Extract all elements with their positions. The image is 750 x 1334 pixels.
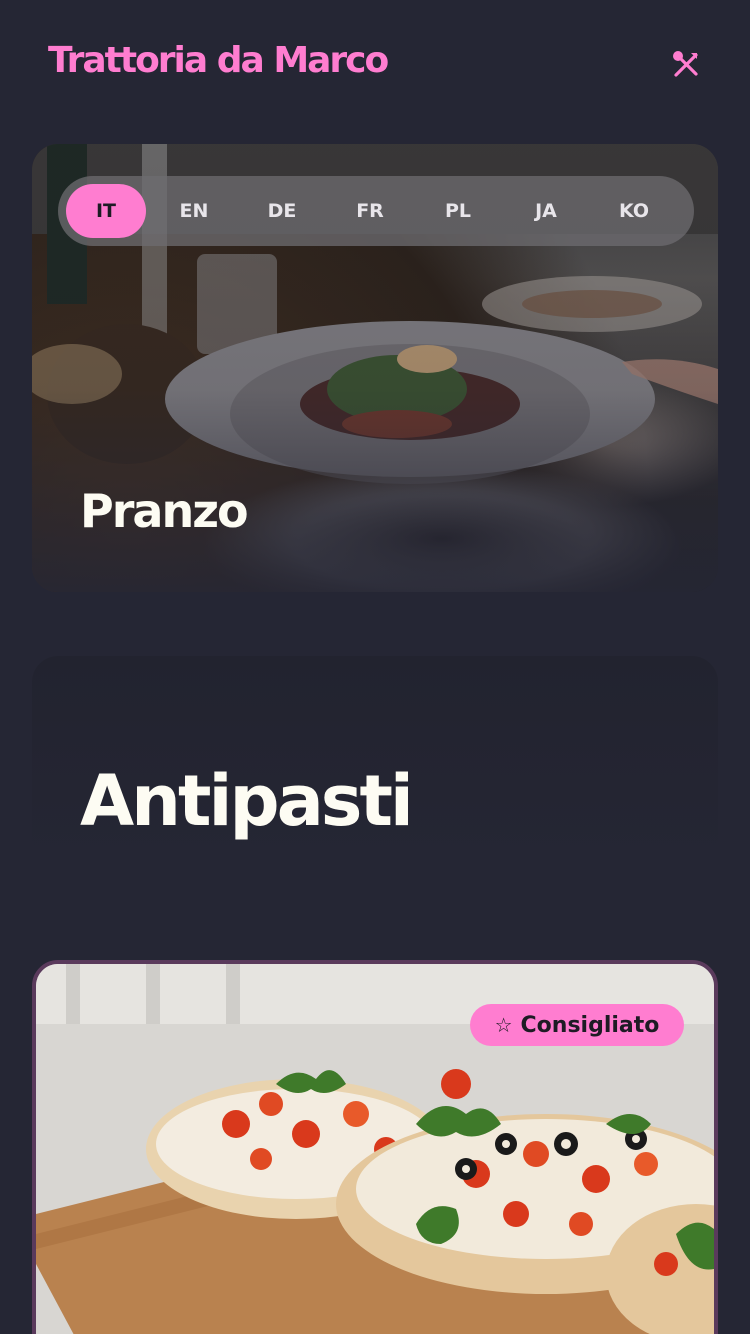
category-title: Antipasti <box>80 760 414 842</box>
menu-button[interactable] <box>664 44 708 84</box>
menu-hero-card[interactable]: IT EN DE FR PL JA KO Pranzo <box>32 144 718 592</box>
language-switcher: IT EN DE FR PL JA KO <box>58 176 694 246</box>
lang-en-button[interactable]: EN <box>154 184 234 238</box>
restaurant-name: Trattoria da Marco <box>48 40 389 81</box>
recommended-badge: ☆ Consigliato <box>470 1004 684 1046</box>
badge-label: Consigliato <box>520 1012 660 1038</box>
lang-ko-button[interactable]: KO <box>594 184 674 238</box>
star-icon: ☆ <box>494 1013 513 1037</box>
lang-ja-button[interactable]: JA <box>506 184 586 238</box>
dish-card[interactable]: ☆ Consigliato <box>32 960 718 1334</box>
lang-de-button[interactable]: DE <box>242 184 322 238</box>
category-header-card: Antipasti <box>32 656 718 864</box>
menu-title: Pranzo <box>80 484 249 538</box>
app-header: Trattoria da Marco <box>0 0 750 130</box>
fork-knife-icon <box>673 51 698 77</box>
lang-fr-button[interactable]: FR <box>330 184 410 238</box>
lang-it-button[interactable]: IT <box>66 184 146 238</box>
lang-pl-button[interactable]: PL <box>418 184 498 238</box>
